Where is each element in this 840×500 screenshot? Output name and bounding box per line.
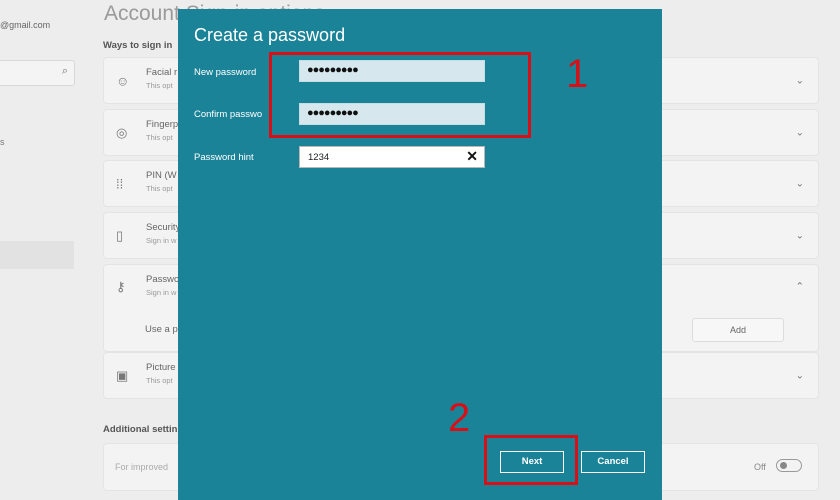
password-hint-field[interactable]: 1234 ✕ xyxy=(299,146,485,168)
password-hint-label: Password hint xyxy=(194,152,254,163)
keypad-icon: ⁞⁞ xyxy=(116,176,124,191)
face-icon: ☺ xyxy=(116,73,130,88)
nav-selected-item[interactable] xyxy=(0,241,74,269)
clear-icon[interactable]: ✕ xyxy=(466,148,478,165)
option-title: Facial r xyxy=(146,67,178,78)
option-subtitle: This opt xyxy=(146,184,173,193)
chevron-down-icon: ⌄ xyxy=(795,127,804,138)
annotation-box-password-fields xyxy=(269,52,531,138)
option-subtitle: Sign in w xyxy=(146,288,177,297)
option-subtitle: This opt xyxy=(146,376,173,385)
dialog-title: Create a password xyxy=(194,25,346,45)
option-title: Fingerp xyxy=(146,119,179,130)
option-title: Picture xyxy=(146,362,176,373)
usb-key-icon: ▯ xyxy=(116,227,124,243)
ways-to-sign-in-label: Ways to sign in xyxy=(103,40,173,51)
settings-search-input[interactable]: ⌕ xyxy=(0,60,75,86)
new-password-label: New password xyxy=(194,67,257,78)
key-icon: ⚷ xyxy=(116,279,126,294)
option-title: Security xyxy=(146,222,181,233)
confirm-password-label: Confirm passwo xyxy=(194,109,263,120)
option-subtitle: Sign in w xyxy=(146,236,177,245)
setting-toggle[interactable] xyxy=(776,459,802,472)
option-subtitle: This opt xyxy=(146,81,173,90)
add-password-button[interactable]: Add xyxy=(692,318,784,342)
annotation-step-1: 1 xyxy=(566,52,589,96)
chevron-down-icon: ⌄ xyxy=(795,230,804,241)
chevron-down-icon: ⌄ xyxy=(795,178,804,189)
additional-setting-text: For improved xyxy=(115,462,169,472)
toggle-state-label: Off xyxy=(754,462,766,472)
picture-icon: ▣ xyxy=(116,367,129,383)
password-hint-value: 1234 xyxy=(308,152,330,163)
option-title: PIN (W xyxy=(146,170,177,181)
option-subtitle: This opt xyxy=(146,133,173,142)
annotation-step-2: 2 xyxy=(448,396,471,440)
fingerprint-icon: ◎ xyxy=(116,124,128,140)
annotation-box-next xyxy=(484,435,578,485)
nav-fragment: s xyxy=(0,137,5,147)
chevron-down-icon: ⌄ xyxy=(795,370,804,381)
search-icon: ⌕ xyxy=(61,65,68,77)
option-title: Passwo xyxy=(146,274,180,285)
chevron-down-icon: ⌄ xyxy=(795,75,804,86)
cancel-button[interactable]: Cancel xyxy=(581,451,645,473)
account-email: @gmail.com xyxy=(0,20,51,30)
use-a-password-text: Use a p xyxy=(145,324,178,335)
additional-settings-label: Additional settin xyxy=(103,424,178,435)
chevron-up-icon: ⌃ xyxy=(795,281,804,293)
